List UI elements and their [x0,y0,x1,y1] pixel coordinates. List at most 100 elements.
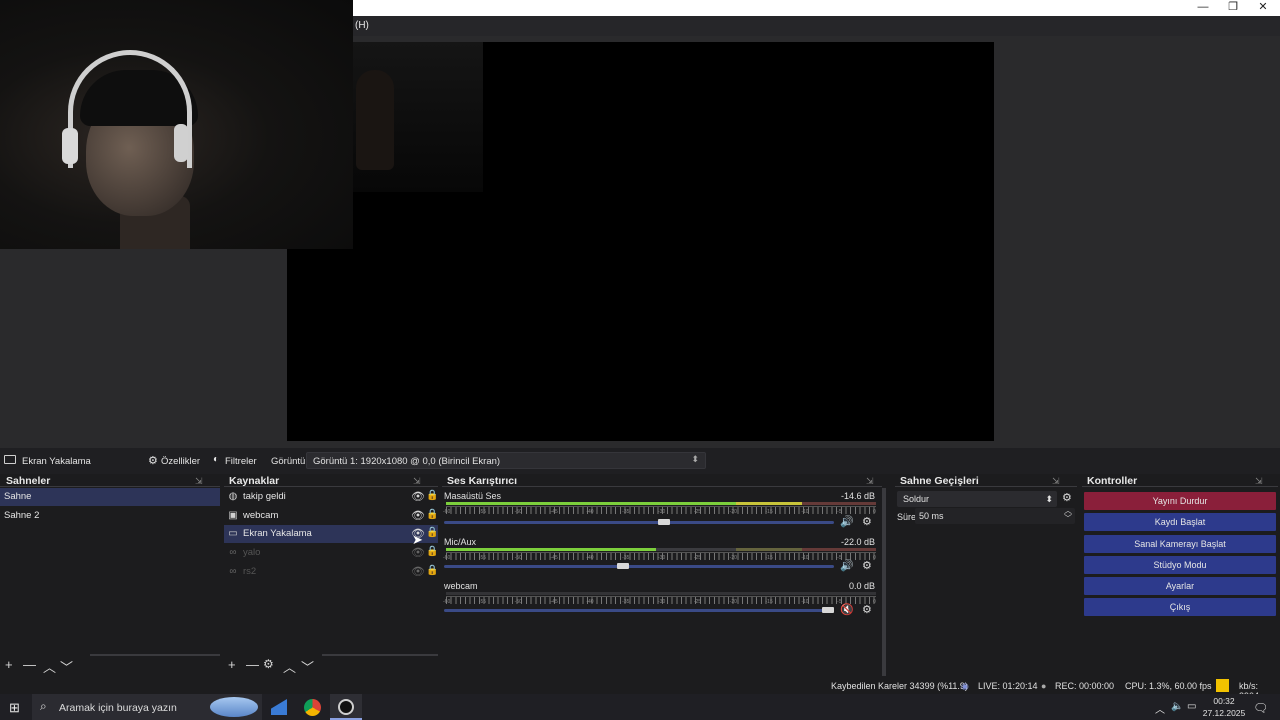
eye-icon[interactable]: 👁 [411,509,425,522]
display-label: Görüntü [271,456,306,467]
divider [0,486,220,487]
meter-tick-label: -10 [801,509,809,515]
source-row[interactable]: ∞ yalo 👁 🔒 [224,544,438,562]
lock-icon[interactable]: 🔒 [426,546,438,557]
fader-knob[interactable] [658,519,670,525]
scene-label: Sahne 2 [4,510,40,521]
add-scene-icon[interactable]: + [5,657,13,672]
scene-item[interactable]: Sahne 2 [0,507,220,525]
eye-icon[interactable]: 👁 [411,490,425,503]
scrollbar[interactable] [90,654,220,656]
menu-help[interactable]: (H) [355,20,369,31]
scene-item[interactable]: Sahne [0,488,220,506]
headphone-left-cup [62,128,78,164]
obs-icon[interactable] [338,699,354,715]
meter-tick-label: -25 [693,509,702,515]
display-select-value: Görüntü 1: 1920x1080 @ 0,0 (Birincil Ekr… [313,456,501,467]
move-down-icon[interactable]: ﹀ [60,657,73,676]
mixer-scrollbar[interactable] [882,488,886,676]
restore-icon[interactable]: ❐ [1218,0,1248,16]
filter-icon[interactable]: ◐ [213,454,219,465]
live-time: LIVE: 01:20:14 [978,681,1038,691]
volume-icon[interactable]: 🔈 [1171,701,1183,712]
exit-button[interactable]: Çıkış [1084,598,1276,616]
windows-start-icon[interactable]: ⊞ [9,700,20,716]
gear-icon[interactable]: ⚙ [862,515,872,528]
clock-time[interactable]: 00:32 [1204,696,1244,706]
add-source-icon[interactable]: + [228,657,236,672]
fader-knob[interactable] [822,607,834,613]
gear-icon[interactable]: ⚙ [1062,491,1072,504]
meter-tick-label: -40 [586,599,594,605]
source-row[interactable]: ▭ Ekran Yakalama 👁 🔒 [224,525,438,543]
move-up-icon[interactable]: ︿ [43,657,56,676]
record-dot-icon: ● [1041,681,1047,691]
source-row[interactable]: ▣ webcam 👁 🔒 [224,507,438,525]
mixer-db: -14.6 dB [840,491,875,501]
clock-date[interactable]: 27.12.2025 [1201,708,1247,718]
lock-icon[interactable]: 🔒 [426,509,438,520]
meter-tick-label: -10 [801,555,809,561]
start-virtual-camera-button[interactable]: Sanal Kamerayı Başlat [1084,535,1276,553]
search-highlight-image [210,697,258,717]
transition-select[interactable]: Soldur ⬍ [897,491,1057,507]
selected-source-name: Ekran Yakalama [22,456,91,467]
fader-knob[interactable] [617,563,629,569]
mixer-channel-name: webcam [444,581,478,591]
network-icon[interactable]: ▭ [1187,701,1196,712]
stepper-icon[interactable]: ︿ ﹀ [1064,507,1072,523]
speaker-muted-icon[interactable]: 🔇 [840,603,854,616]
move-up-icon[interactable]: ︿ [283,657,296,676]
gear-icon[interactable]: ⚙ [862,603,872,616]
eye-hidden-icon[interactable]: 👁 [411,565,425,578]
meter-tick-label: -15 [765,509,773,515]
chrome-icon[interactable] [304,699,321,716]
remove-scene-icon[interactable]: — [23,657,36,672]
remove-source-icon[interactable]: — [246,657,259,672]
status-square [1216,679,1229,692]
meter-scale-labels: -60 -55 -50 -45 -40 -35 -30 -25 -20 -15 -10 -5 0 [443,599,886,607]
meter-scale-labels: -60 -55 -50 -45 -40 -35 -30 -25 -20 -15 -10 -5 0 [443,555,886,563]
duration-spinbox[interactable]: 50 ms ︿ ﹀ [915,507,1075,524]
source-row[interactable]: ∞ rs2 👁 🔒 [224,563,438,581]
speaker-icon[interactable]: 🔊 [840,515,854,528]
minimize-icon[interactable]: — [1188,0,1218,16]
filters-button[interactable]: Filtreler [225,456,257,467]
stop-stream-button[interactable]: Yayını Durdur [1084,492,1276,510]
meter-tick-label: 0 [873,555,876,561]
meter-tick-label: -30 [658,555,666,561]
volume-fader[interactable] [444,565,834,568]
duration-value: 50 ms [919,511,944,521]
speaker-icon[interactable]: 🔊 [840,559,854,572]
meter-tick-label: -40 [586,509,594,515]
meter-tick-label: -55 [478,599,487,605]
meter-tick-label: -60 [443,599,451,605]
meter-tick-label: -25 [693,599,702,605]
lock-icon[interactable]: 🔒 [426,565,438,576]
properties-button[interactable]: Özellikler [161,456,200,467]
lock-icon[interactable]: 🔒 [426,490,438,501]
mouse-cursor-icon: ➤ [412,532,423,547]
transition-value: Soldur [903,494,930,504]
display-select[interactable]: Görüntü 1: 1920x1080 @ 0,0 (Birincil Ekr… [306,452,706,469]
taskbar-search[interactable]: ⌕ Aramak için buraya yazın [32,694,262,720]
start-recording-button[interactable]: Kaydı Başlat [1084,513,1276,531]
meter-tick-label: -15 [765,599,773,605]
move-down-icon[interactable]: ﹀ [301,657,314,676]
studio-mode-button[interactable]: Stüdyo Modu [1084,556,1276,574]
settings-button[interactable]: Ayarlar [1084,577,1276,595]
volume-fader[interactable] [444,521,834,524]
scrollbar[interactable] [322,654,438,656]
notification-icon[interactable]: 🗨 [1253,701,1268,715]
meter-tick-label: -55 [478,555,487,561]
meter-tick-label: -25 [693,555,702,561]
meter-tick-label: -15 [765,555,773,561]
gear-icon[interactable]: ⚙ [862,559,872,572]
volume-fader[interactable] [444,609,834,612]
source-row[interactable]: ◍ takip geldi 👁 🔒 [224,488,439,506]
gear-icon[interactable]: ⚙ [148,454,158,467]
chevron-up-icon[interactable]: ︿ [1155,701,1165,716]
lock-icon[interactable]: 🔒 [426,527,438,538]
close-icon[interactable]: ✕ [1248,0,1278,16]
gear-icon[interactable]: ⚙ [263,657,274,671]
